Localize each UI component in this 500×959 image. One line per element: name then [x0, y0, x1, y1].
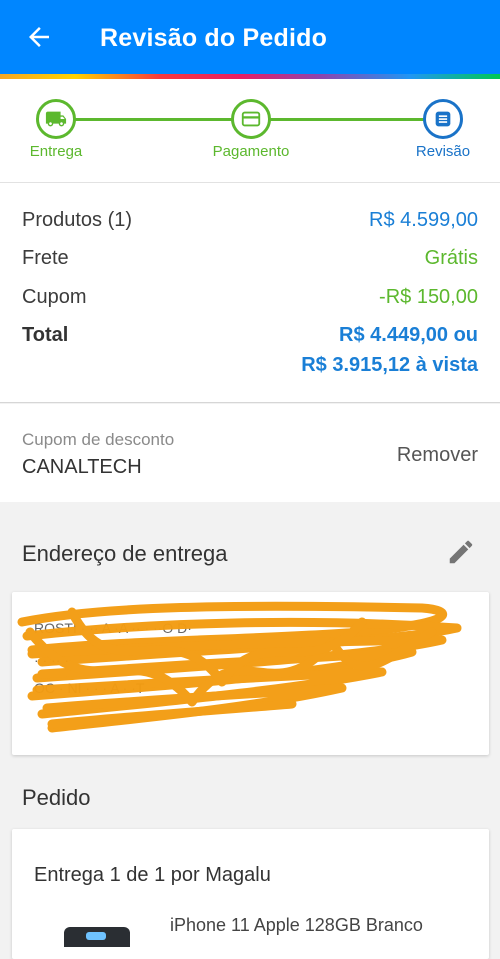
shipping-label: Frete — [22, 247, 69, 269]
list-icon — [435, 111, 451, 127]
total-label: Total — [22, 324, 69, 346]
coupon-section: Cupom de desconto CANALTECH Remover — [0, 404, 500, 502]
delivery-heading: Entrega 1 de 1 por Magalu — [34, 864, 271, 886]
total-installment: R$ 4.449,00 ou — [339, 324, 478, 346]
order-card: Entrega 1 de 1 por Magalu iPhone 11 Appl… — [12, 829, 489, 959]
card-icon — [241, 111, 261, 127]
page-title: Revisão do Pedido — [100, 24, 328, 52]
product-name[interactable]: iPhone 11 Apple 128GB Branco — [170, 915, 423, 936]
step-revisao[interactable] — [423, 99, 463, 139]
app-bar: Revisão do Pedido — [0, 0, 500, 74]
products-label: Produtos (1) — [22, 209, 133, 231]
product-image — [64, 927, 130, 947]
pencil-icon[interactable] — [446, 537, 476, 567]
step-entrega[interactable] — [36, 99, 76, 139]
coupon-code: CANALTECH — [22, 456, 142, 478]
address-section-title: Endereço de entrega — [22, 541, 228, 566]
products-value: R$ 4.599,00 — [369, 209, 478, 231]
step-label-revisao: Revisão — [415, 143, 471, 160]
step-connector — [270, 118, 425, 121]
redaction-scribble — [17, 601, 462, 733]
step-connector — [75, 118, 233, 121]
coupon-discount-label: Cupom — [22, 286, 87, 308]
shipping-value: Grátis — [424, 247, 478, 269]
order-summary: Produtos (1) R$ 4.599,00 Frete Grátis Cu… — [0, 183, 500, 403]
step-label-pagamento: Pagamento — [212, 143, 290, 160]
checkout-stepper: Entrega Pagamento Revisão — [0, 79, 500, 183]
address-card[interactable]: ROSTI · ·· A ·A ·· · ··O D· · · ·· · OC … — [12, 592, 489, 755]
remove-coupon-button[interactable]: Remover — [397, 444, 478, 467]
coupon-caption: Cupom de desconto — [22, 430, 175, 449]
step-pagamento[interactable] — [231, 99, 271, 139]
step-label-entrega: Entrega — [29, 143, 83, 160]
total-cash: R$ 3.915,12 à vista — [301, 354, 478, 376]
coupon-discount-value: -R$ 150,00 — [379, 286, 478, 308]
truck-icon — [45, 111, 67, 127]
arrow-left-icon[interactable] — [24, 22, 54, 52]
order-section-title: Pedido — [22, 785, 91, 810]
total-value: R$ 4.449,00 ou R$ 3.915,12 à vista — [301, 320, 478, 380]
